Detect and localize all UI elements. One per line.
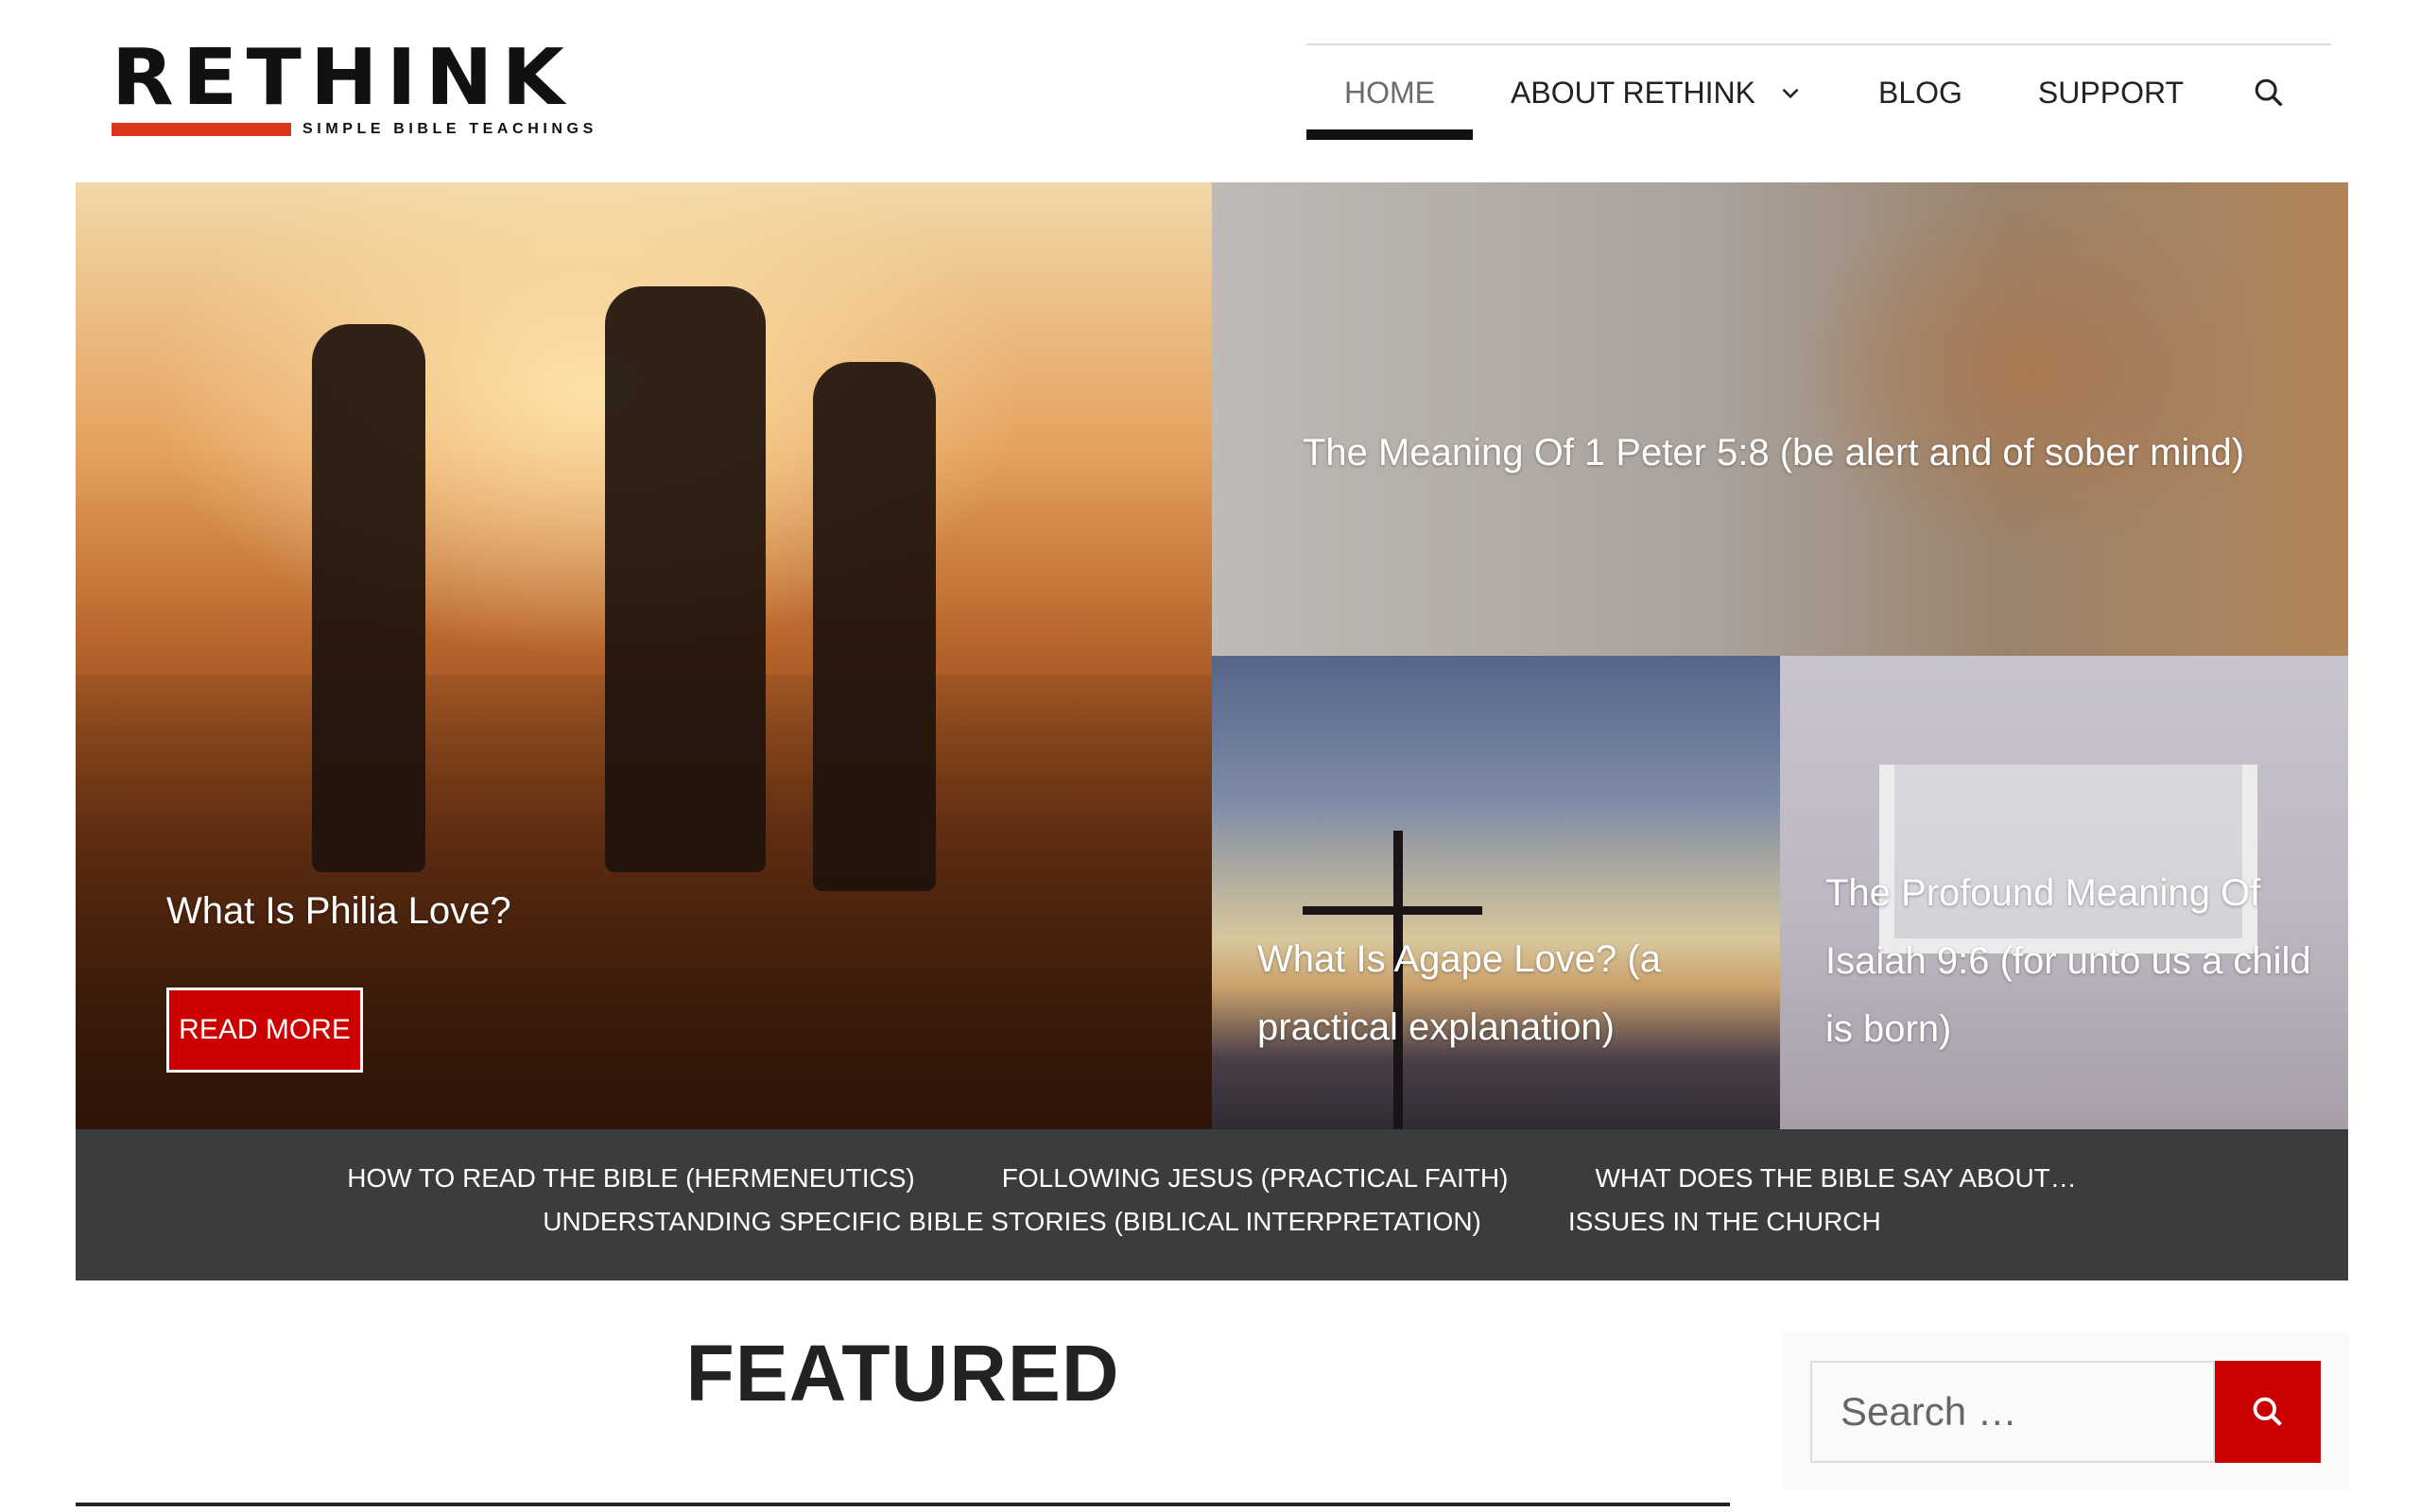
category-link-bible-stories[interactable]: UNDERSTANDING SPECIFIC BIBLE STORIES (BI… [499, 1207, 1525, 1237]
hero-grid: What Is Philia Love? READ MORE The Meani… [76, 182, 2348, 1129]
hero-post-1-peter-5-8[interactable]: The Meaning Of 1 Peter 5:8 (be alert and… [1212, 182, 2348, 656]
nav-item-home[interactable]: HOME [1306, 45, 1473, 140]
search-icon [2253, 1397, 2282, 1426]
nav-item-about-rethink[interactable]: ABOUT RETHINK [1473, 45, 1841, 140]
hero-image-figure [813, 362, 936, 891]
category-row: UNDERSTANDING SPECIFIC BIBLE STORIES (BI… [76, 1195, 2348, 1248]
category-link-issues-in-church[interactable]: ISSUES IN THE CHURCH [1525, 1207, 1925, 1237]
site-logo[interactable]: RETHINK SIMPLE BIBLE TEACHINGS [112, 33, 593, 144]
hero-image-figure [605, 286, 766, 872]
hero-post-title[interactable]: What Is Agape Love? (a practical explana… [1257, 925, 1749, 1061]
category-link-what-does-bible-say[interactable]: WHAT DOES THE BIBLE SAY ABOUT… [1551, 1163, 2119, 1194]
sidebar-search-widget [1782, 1332, 2349, 1489]
nav-item-label: ABOUT RETHINK [1511, 75, 1755, 110]
nav-item-blog[interactable]: BLOG [1841, 45, 2000, 140]
hero-post-philia-love[interactable]: What Is Philia Love? READ MORE [76, 182, 1212, 1129]
featured-divider [76, 1503, 1730, 1506]
cross-image-beam [1303, 906, 1482, 915]
hero-post-title[interactable]: What Is Philia Love? [166, 877, 511, 945]
logo-tagline: SIMPLE BIBLE TEACHINGS [302, 121, 597, 137]
read-more-button[interactable]: READ MORE [166, 988, 363, 1073]
hero-post-title[interactable]: The Meaning Of 1 Peter 5:8 (be alert and… [1303, 419, 2248, 487]
nav-item-support[interactable]: SUPPORT [2000, 45, 2221, 140]
hero-post-isaiah-9-6[interactable]: The Profound Meaning Of Isaiah 9:6 (for … [1780, 656, 2348, 1129]
featured-heading: FEATURED [685, 1329, 1120, 1418]
hero-image-figure [312, 324, 425, 872]
chevron-down-icon [1782, 88, 1799, 99]
logo-wordmark: RETHINK [112, 33, 574, 123]
nav-item-label: SUPPORT [2037, 75, 2185, 110]
logo-underline-bar [112, 123, 291, 136]
nav-search-button[interactable] [2221, 45, 2316, 140]
hero-post-title[interactable]: The Profound Meaning Of Isaiah 9:6 (for … [1825, 859, 2326, 1063]
sidebar-search-button[interactable] [2215, 1361, 2321, 1463]
main-navigation: HOME ABOUT RETHINK BLOG SUPPORT [1306, 45, 2316, 140]
search-icon [2255, 78, 2283, 107]
nav-item-label: HOME [1344, 75, 1435, 110]
nav-item-label: BLOG [1878, 75, 1962, 110]
sidebar-search-input[interactable] [1810, 1361, 2215, 1463]
category-link-following-jesus[interactable]: FOLLOWING JESUS (PRACTICAL FAITH) [959, 1163, 1552, 1194]
hero-post-agape-love[interactable]: What Is Agape Love? (a practical explana… [1212, 656, 1780, 1129]
category-navigation: HOW TO READ THE BIBLE (HERMENEUTICS) FOL… [76, 1129, 2348, 1280]
category-link-hermeneutics[interactable]: HOW TO READ THE BIBLE (HERMENEUTICS) [303, 1163, 959, 1194]
